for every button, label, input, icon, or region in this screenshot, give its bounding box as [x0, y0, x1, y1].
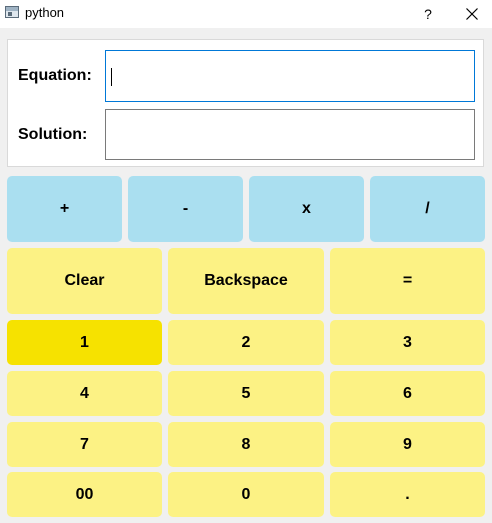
add-button[interactable]: + [7, 176, 122, 242]
digit-8-button[interactable]: 8 [168, 422, 324, 467]
digit-9-button[interactable]: 9 [330, 422, 485, 467]
digit-5-button[interactable]: 5 [168, 371, 324, 416]
digit-1-button[interactable]: 1 [7, 320, 162, 365]
digit-4-button[interactable]: 4 [7, 371, 162, 416]
backspace-button[interactable]: Backspace [168, 248, 324, 314]
help-button[interactable]: ? [416, 0, 440, 28]
text-caret [111, 68, 112, 86]
double-zero-button[interactable]: 00 [7, 472, 162, 517]
subtract-button[interactable]: - [128, 176, 243, 242]
equation-panel: Equation: Solution: [7, 39, 484, 167]
close-icon [466, 8, 478, 20]
digit-3-button[interactable]: 3 [330, 320, 485, 365]
digit-6-button[interactable]: 6 [330, 371, 485, 416]
multiply-button[interactable]: x [249, 176, 364, 242]
equation-input[interactable] [105, 50, 475, 102]
digit-0-button[interactable]: 0 [168, 472, 324, 517]
decimal-point-button[interactable]: . [330, 472, 485, 517]
digit-7-button[interactable]: 7 [7, 422, 162, 467]
solution-label: Solution: [18, 126, 88, 143]
equals-button[interactable]: = [330, 248, 485, 314]
clear-button[interactable]: Clear [7, 248, 162, 314]
close-button[interactable] [456, 0, 488, 28]
digit-2-button[interactable]: 2 [168, 320, 324, 365]
divide-button[interactable]: / [370, 176, 485, 242]
window-title: python [25, 5, 65, 20]
app-window-icon [5, 6, 19, 18]
title-bar: python ? [0, 0, 492, 28]
solution-output[interactable] [105, 109, 475, 160]
equation-label: Equation: [18, 67, 92, 84]
